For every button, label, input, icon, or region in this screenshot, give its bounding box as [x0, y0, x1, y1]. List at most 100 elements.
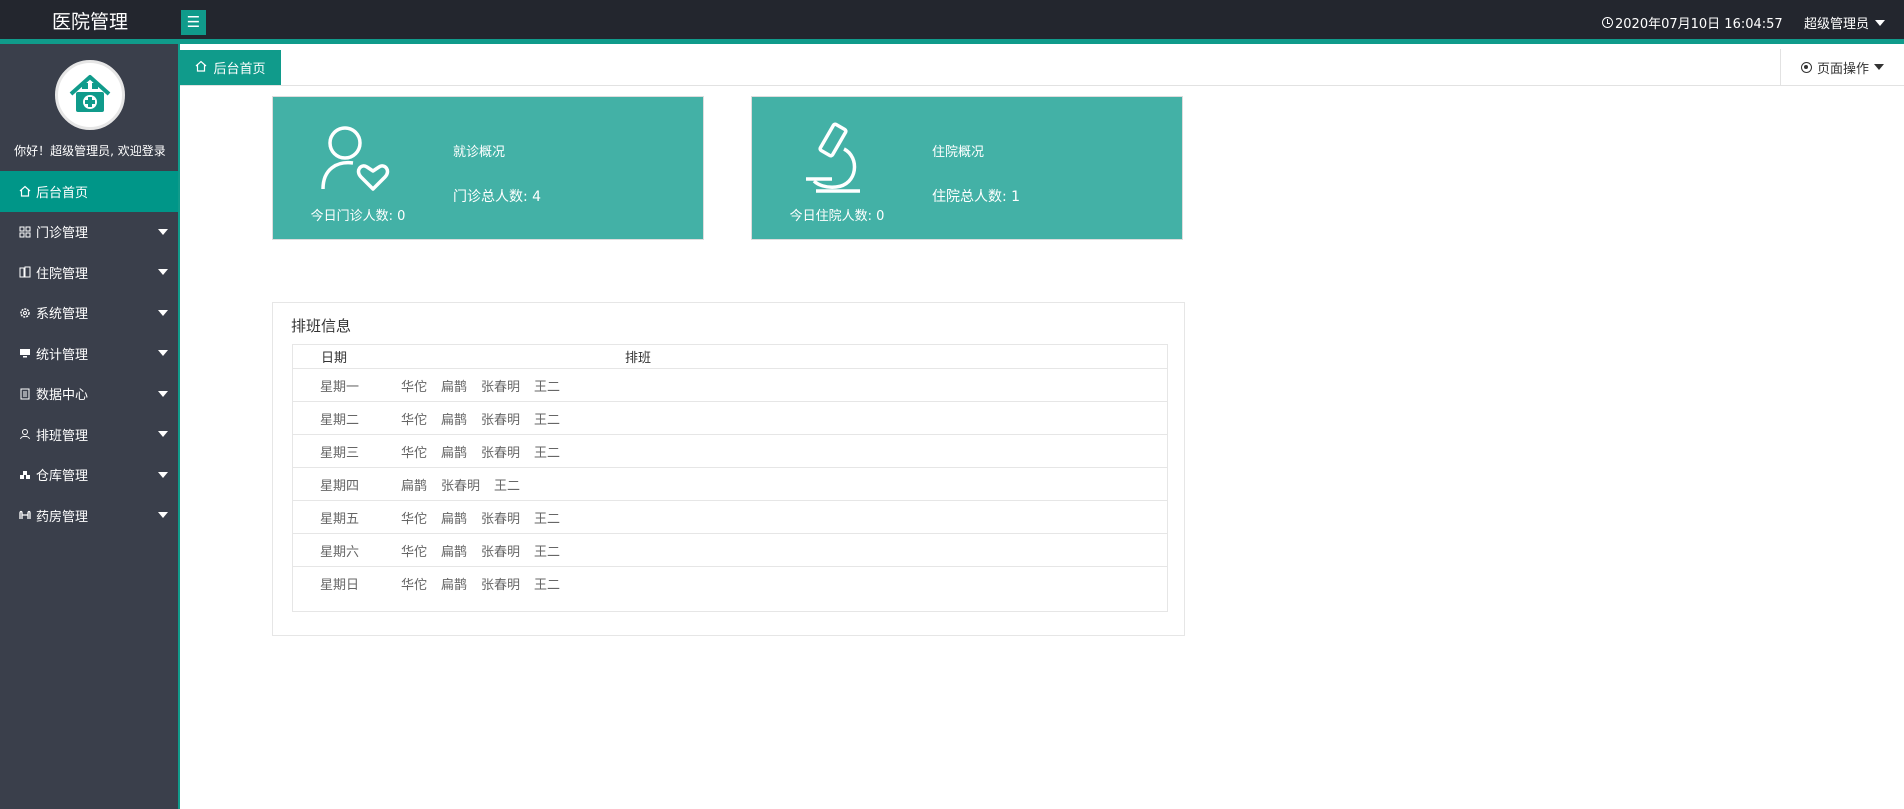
table-row: 星期六 华佗 扁鹊 张春明 王二 [293, 534, 1167, 567]
person-heart-icon [321, 126, 390, 191]
doctor-name: 王二 [534, 544, 561, 560]
today-outpatient-count: 今日门诊人数: 0 [310, 209, 406, 224]
schedule-day: 星期一 [320, 379, 360, 395]
schedule-day: 星期五 [320, 511, 360, 527]
sidebar-item-label: 后台首页 [36, 185, 89, 201]
datetime-text: 2020年07月10日 16:04:57 [1615, 17, 1783, 32]
datetime-display: 2020年07月10日 16:04:57 [1602, 13, 1783, 32]
doctor-name: 王二 [534, 379, 561, 395]
avatar [55, 60, 125, 130]
sidebar-item-pharmacy[interactable]: 药房管理 [0, 495, 178, 536]
microscope-icon [806, 122, 860, 193]
doctor-name: 华佗 [401, 578, 428, 593]
monitor-icon [18, 347, 31, 360]
chevron-down-icon [158, 350, 168, 356]
tab-home-label: 后台首页 [213, 62, 266, 77]
doctor-name: 扁鹊 [441, 379, 468, 395]
doctor-name: 王二 [534, 412, 561, 428]
doctor-name: 张春明 [481, 379, 521, 395]
doctor-name: 张春明 [481, 445, 521, 461]
schedule-doctors: 华佗 扁鹊 张春明 王二 [401, 409, 560, 428]
menu-toggle-button[interactable]: ☰ [181, 10, 206, 35]
total-inpatient-count: 住院总人数: 1 [932, 189, 1021, 205]
page-operations-button[interactable]: 页面操作 [1780, 49, 1904, 85]
doctor-name: 扁鹊 [441, 544, 468, 560]
card-title: 住院概况 [932, 145, 985, 160]
clock-icon [1602, 17, 1613, 28]
table-row: 星期三 华佗 扁鹊 张春明 王二 [293, 435, 1167, 468]
schedule-doctors: 华佗 扁鹊 张春明 王二 [401, 508, 560, 527]
column-header-schedule: 排班 [625, 351, 652, 366]
warehouse-icon [18, 468, 31, 481]
table-row: 星期一 华佗 扁鹊 张春明 王二 [293, 369, 1167, 402]
schedule-doctors: 华佗 扁鹊 张春明 王二 [401, 541, 560, 560]
page-operations-label: 页面操作 [1816, 61, 1869, 77]
doctor-name: 王二 [494, 478, 521, 494]
chevron-down-icon [158, 471, 168, 478]
doctor-name: 华佗 [401, 412, 428, 428]
sidebar: 你好！超级管理员, 欢迎登录 后台首页 门诊管理 住院管理 系统管理 统计管理 … [0, 44, 180, 809]
schedule-panel: 排班信息 日期 排班 星期一 华佗 扁鹊 张春明 王二 星期二 华佗 扁鹊 张春明 王二 星期三 华佗… [272, 302, 1185, 636]
chevron-down-icon [158, 431, 168, 437]
doctor-name: 张春明 [481, 544, 521, 560]
hospital-logo-icon [69, 75, 111, 112]
chevron-down-icon [158, 269, 168, 275]
tab-home[interactable]: 后台首页 [180, 50, 281, 85]
chevron-down-icon [1874, 64, 1884, 70]
pharmacy-icon [18, 509, 31, 522]
schedule-day: 星期日 [320, 578, 360, 593]
chevron-down-icon [158, 228, 168, 235]
hamburger-icon: ☰ [186, 13, 201, 31]
doctor-name: 张春明 [481, 412, 521, 428]
schedule-day: 星期二 [320, 412, 360, 428]
sidebar-nav: 后台首页 门诊管理 住院管理 系统管理 统计管理 数据中心 排班管理 仓库管理 … [0, 171, 178, 536]
sidebar-item-label: 仓库管理 [36, 469, 89, 485]
sidebar-item-data-center[interactable]: 数据中心 [0, 374, 178, 415]
sidebar-item-outpatient[interactable]: 门诊管理 [0, 212, 178, 253]
doctor-name: 扁鹊 [401, 478, 428, 494]
sidebar-item-system[interactable]: 系统管理 [0, 293, 178, 334]
doctor-name: 华佗 [401, 445, 428, 461]
doctor-name: 王二 [534, 445, 561, 461]
doctor-name: 扁鹊 [441, 511, 468, 527]
home-icon [195, 60, 207, 76]
chevron-down-icon [158, 390, 168, 397]
outpatient-card: 今日门诊人数: 0 就诊概况 门诊总人数: 4 [272, 96, 704, 240]
schedule-doctors: 扁鹊 张春明 王二 [401, 475, 520, 494]
sidebar-item-label: 排班管理 [36, 428, 89, 444]
user-name: 超级管理员 [1804, 17, 1870, 32]
schedule-day: 星期三 [320, 445, 360, 461]
schedule-title: 排班信息 [291, 317, 352, 335]
total-outpatient-count: 门诊总人数: 4 [453, 189, 542, 205]
doctor-name: 扁鹊 [441, 412, 468, 428]
schedule-doctors: 华佗 扁鹊 张春明 王二 [401, 376, 560, 395]
target-icon [1800, 61, 1812, 73]
sidebar-item-home[interactable]: 后台首页 [0, 171, 178, 212]
app-title: 医院管理 [51, 11, 128, 33]
schedule-header-row: 日期 排班 [293, 345, 1167, 369]
sidebar-item-scheduling[interactable]: 排班管理 [0, 414, 178, 455]
top-bar: 医院管理 ☰ 2020年07月10日 16:04:57 超级管理员 [0, 0, 1904, 44]
sidebar-item-label: 药房管理 [36, 509, 89, 525]
building-icon [18, 266, 31, 279]
doctor-name: 华佗 [401, 511, 428, 527]
sidebar-item-inpatient[interactable]: 住院管理 [0, 252, 178, 293]
sidebar-item-warehouse[interactable]: 仓库管理 [0, 455, 178, 496]
inpatient-card: 今日住院人数: 0 住院概况 住院总人数: 1 [751, 96, 1183, 240]
doctor-name: 华佗 [401, 544, 428, 560]
schedule-day: 星期四 [320, 478, 360, 494]
sidebar-item-label: 数据中心 [36, 388, 89, 404]
doctor-name: 王二 [534, 511, 561, 527]
user-menu[interactable]: 超级管理员 [1804, 13, 1886, 32]
sidebar-item-statistics[interactable]: 统计管理 [0, 333, 178, 374]
user-icon [18, 428, 31, 441]
apps-icon [18, 225, 31, 238]
doctor-name: 华佗 [401, 379, 428, 395]
tab-bar: 后台首页 页面操作 [180, 49, 1904, 86]
table-row: 星期二 华佗 扁鹊 张春明 王二 [293, 402, 1167, 435]
today-inpatient-count: 今日住院人数: 0 [789, 209, 885, 224]
schedule-doctors: 华佗 扁鹊 张春明 王二 [401, 574, 560, 593]
doctor-name: 张春明 [481, 511, 521, 527]
doctor-name: 扁鹊 [441, 578, 468, 593]
sidebar-item-label: 系统管理 [36, 307, 89, 323]
